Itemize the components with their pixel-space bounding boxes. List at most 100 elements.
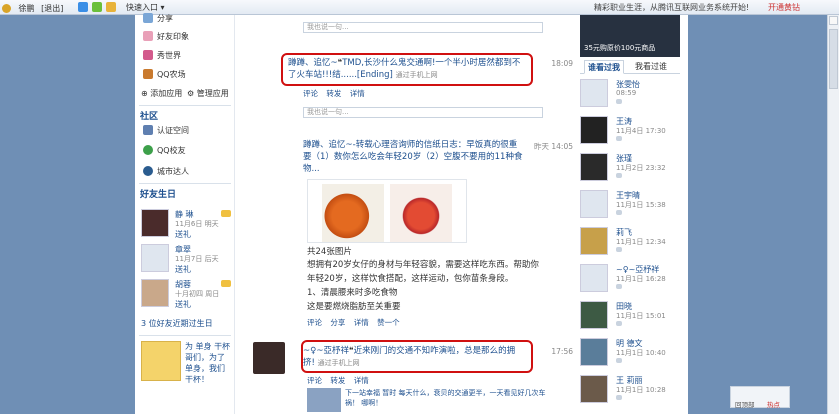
- city-icon: [143, 166, 153, 176]
- recent-birthdays-link[interactable]: 3 位好友近期过生日: [141, 317, 213, 331]
- author-link[interactable]: 蹲蹲、追忆~: [303, 140, 353, 150]
- app-item-qq-farm[interactable]: QQ农场: [143, 68, 186, 82]
- ad-text: 35元购原价100元商品: [584, 44, 656, 52]
- divider: [139, 335, 231, 336]
- app-icon[interactable]: [92, 2, 102, 12]
- user-name[interactable]: 徐鹏: [19, 4, 35, 13]
- app-label: QQ农场: [157, 70, 186, 79]
- visit-time: 11月1日 15:38: [616, 201, 666, 209]
- avatar[interactable]: [141, 244, 169, 272]
- promo-image[interactable]: [141, 341, 181, 381]
- top-bar: 徐鹏 [退出] 快速入口 ▾ 精彩职业生涯，从腾讯互联网业务系统开始! 开通黄钻: [0, 0, 839, 15]
- promo-text[interactable]: 为 单身 干杯 哥们，为了单身，我们干杯！: [185, 341, 231, 385]
- avatar[interactable]: [580, 227, 608, 255]
- cake-icon: [221, 210, 231, 217]
- app-label: 好友印象: [157, 32, 189, 41]
- community-label: QQ校友: [157, 146, 186, 155]
- scroll-thumb[interactable]: [829, 29, 838, 89]
- feed: 我也说一句... 蹲蹲、追忆~❝TMD,长沙什么鬼交通啊!一个半小时居然都到不了…: [243, 15, 573, 414]
- post-time: 18:09: [551, 59, 573, 68]
- back-to-top-button[interactable]: 回顶部: [735, 399, 755, 409]
- avatar[interactable]: [580, 264, 608, 292]
- qq-icon[interactable]: [78, 2, 88, 12]
- scroll-up-arrow[interactable]: [829, 16, 838, 25]
- manage-app-label: 管理应用: [196, 89, 229, 98]
- ad-banner[interactable]: 35元购原价100元商品: [580, 15, 680, 57]
- impression-icon: [143, 31, 153, 41]
- visitor-item: 王涛 11月4日 17:30: [580, 116, 683, 146]
- post-actions[interactable]: 评论 转发 详情: [307, 375, 369, 386]
- visit-time: 11月1日 10:28: [616, 386, 666, 394]
- show-world-icon: [143, 50, 153, 60]
- manage-app-link[interactable]: ⚙ 管理应用: [187, 87, 229, 101]
- visitor-item: 张瑾 11月2日 23:32: [580, 153, 683, 183]
- post-actions[interactable]: 评论 转发 详情: [303, 88, 365, 99]
- birthday-date: 11月7日 后天: [175, 255, 219, 263]
- community-item-auth[interactable]: 认证空间: [143, 124, 189, 138]
- avatar[interactable]: [580, 79, 608, 107]
- app-item-share[interactable]: 分享: [143, 12, 173, 26]
- avatar[interactable]: [253, 342, 285, 374]
- left-sidebar: 分享 好友印象 秀世界 QQ农场 ⊕ 添加应用 ⚙ 管理应用 社区 认证空间 Q…: [135, 12, 235, 414]
- birthday-title: 好友生日: [140, 190, 177, 200]
- heart-icon[interactable]: [616, 99, 622, 104]
- heart-icon[interactable]: [616, 284, 622, 289]
- birthday-date: 十月初四 周日: [175, 290, 220, 298]
- open-yellow-diamond-link[interactable]: 开通黄钻: [768, 2, 800, 13]
- heart-icon[interactable]: [616, 210, 622, 215]
- send-gift-link[interactable]: 送礼: [175, 264, 191, 275]
- community-item-city[interactable]: 城市达人: [143, 165, 189, 179]
- game-icon[interactable]: [106, 2, 116, 12]
- avatar[interactable]: [141, 209, 169, 237]
- avatar[interactable]: [580, 375, 608, 403]
- tab-who-visited-me[interactable]: 谁看过我: [584, 60, 624, 74]
- heart-icon[interactable]: [616, 321, 622, 326]
- post-body: 想拥有20岁女仔的身材与年轻容貌，需要这样吃东西。帮助你年轻20岁，这样饮食搭配…: [307, 260, 539, 284]
- send-gift-link[interactable]: 送礼: [175, 229, 191, 240]
- add-app-link[interactable]: ⊕ 添加应用: [141, 87, 182, 101]
- community-label: 城市达人: [157, 167, 189, 176]
- image-count[interactable]: 共24张图片: [307, 245, 352, 259]
- visit-time: 11月4日 17:30: [616, 127, 666, 135]
- app-item-impression[interactable]: 好友印象: [143, 30, 189, 44]
- post-title: 蹲蹲、追忆~-转载心理咨询师的信纸日志：早饭真的很重要（1）数你怎么吃会年轻20…: [303, 140, 523, 174]
- avatar[interactable]: [580, 301, 608, 329]
- persimmon-image[interactable]: [322, 184, 384, 242]
- tab-who-i-visited[interactable]: 我看过谁: [632, 60, 670, 74]
- comment-input[interactable]: 我也说一句...: [303, 22, 543, 33]
- highlight-box: [281, 53, 533, 86]
- share-thumbnail[interactable]: [307, 388, 341, 412]
- divider: [139, 183, 231, 184]
- visitor-item: 王宇晴 11月1日 15:38: [580, 190, 683, 220]
- top-slogan[interactable]: 精彩职业生涯，从腾讯互联网业务系统开始!: [594, 2, 749, 13]
- vertical-scrollbar[interactable]: [827, 15, 839, 414]
- user-info: 徐鹏 [退出]: [2, 2, 67, 14]
- logout-link[interactable]: [退出]: [41, 4, 63, 13]
- visit-time: 11月1日 15:01: [616, 312, 666, 320]
- community-item-alumni[interactable]: QQ校友: [143, 144, 186, 158]
- post-time: 17:56: [551, 347, 573, 356]
- avatar[interactable]: [141, 279, 169, 307]
- heart-icon[interactable]: [616, 395, 622, 400]
- heart-icon[interactable]: [616, 358, 622, 363]
- heart-icon[interactable]: [616, 136, 622, 141]
- send-gift-link[interactable]: 送礼: [175, 299, 191, 310]
- share-text[interactable]: 下一站幸福 暂时 每天什么，衰贝的交通更半，一天看见好几次车祸！ 哪啊！: [345, 388, 555, 408]
- add-app-label: 添加应用: [150, 89, 183, 98]
- divider: [139, 105, 231, 106]
- avatar[interactable]: [580, 190, 608, 218]
- avatar[interactable]: [580, 153, 608, 181]
- avatar[interactable]: [580, 338, 608, 366]
- hot-button[interactable]: 热点: [767, 399, 780, 409]
- app-item-show-world[interactable]: 秀世界: [143, 49, 181, 63]
- comment-input[interactable]: 我也说一句...: [303, 107, 543, 118]
- birthday-date: 11月6日 明天: [175, 220, 219, 228]
- visitor-item: 明 德文 11月1日 10:40: [580, 338, 683, 368]
- avatar[interactable]: [580, 116, 608, 144]
- visitor-item: 王 莉丽 11月1日 10:28: [580, 375, 683, 405]
- post-actions[interactable]: 评论 分享 详情 赞一个: [307, 317, 400, 328]
- heart-icon[interactable]: [616, 173, 622, 178]
- heart-icon[interactable]: [616, 247, 622, 252]
- visitor-item: ~♀~亞杼祥 11月1日 16:28: [580, 264, 683, 294]
- dessert-image[interactable]: [390, 184, 452, 242]
